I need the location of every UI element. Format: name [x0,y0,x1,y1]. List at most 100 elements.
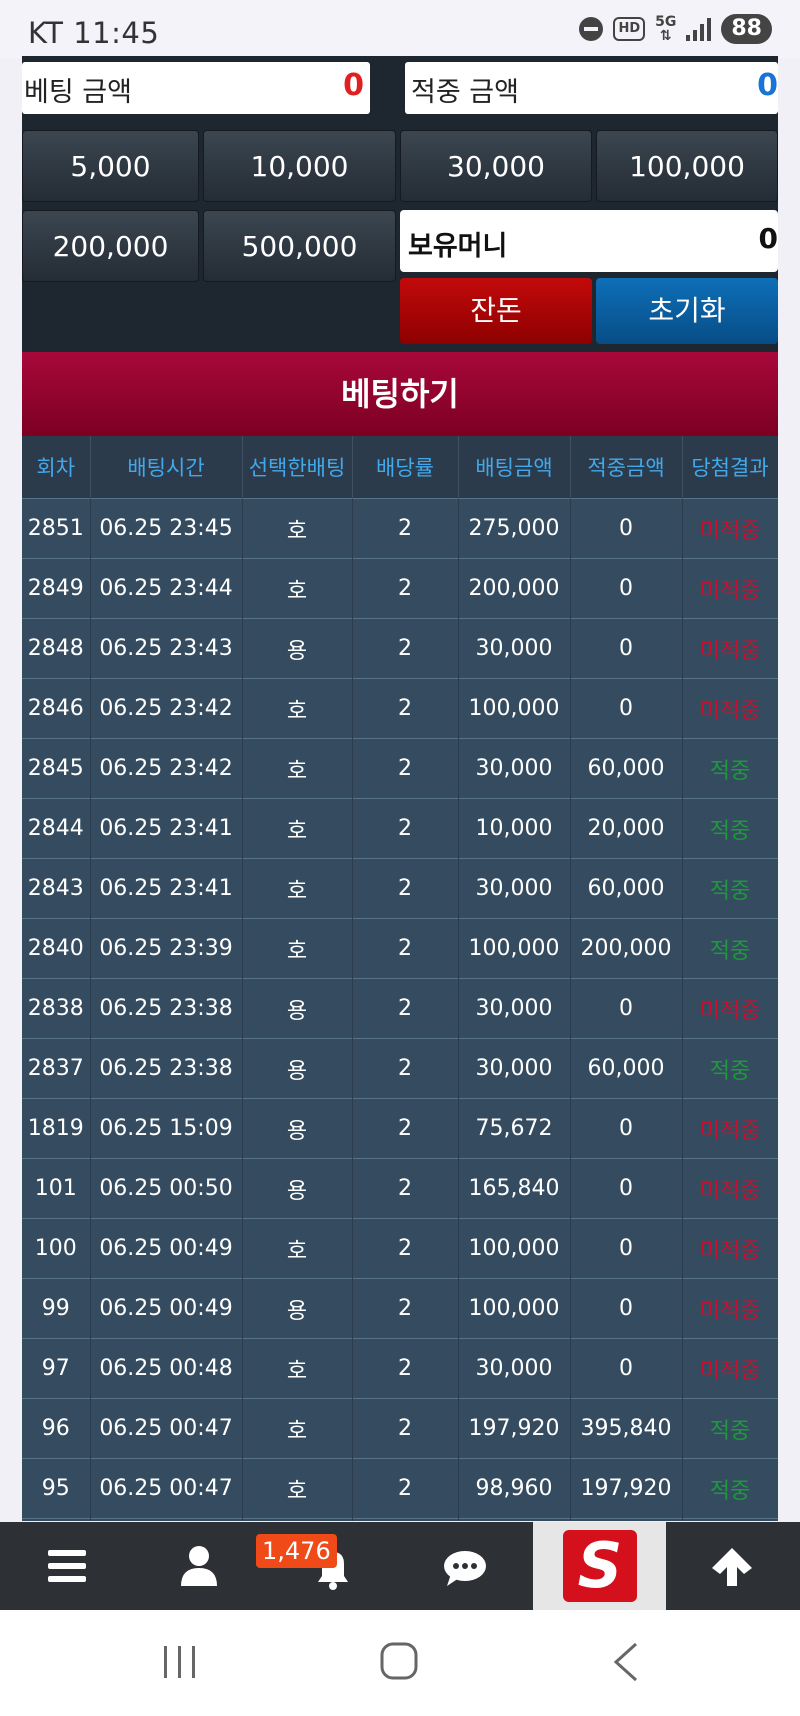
money-label: 보유머니 [408,231,508,262]
cell-round: 95 [22,1458,91,1519]
cell-odds: 2 [352,918,459,979]
cell-selection: 호 [242,1398,353,1459]
bet-amount-value: 0 [343,68,364,103]
cell-bet-amount: 75,672 [458,1098,571,1159]
cell-selection: 호 [242,498,353,559]
cell-bet-time: 06.25 23:42 [90,678,243,739]
back-icon[interactable] [598,1638,658,1686]
cell-bet-amount: 30,000 [458,1338,571,1399]
cell-bet-amount: 165,840 [458,1158,571,1219]
win-amount-value: 0 [757,68,778,103]
column-header-bet-amount: 배팅금액 [458,436,571,499]
cell-win-amount: 0 [570,978,683,1039]
profile-button[interactable] [133,1522,266,1610]
cell-bet-amount: 100,000 [458,1278,571,1339]
cell-result: 적중 [682,1458,778,1519]
chip-500000-button[interactable]: 500,000 [203,210,396,282]
cell-result: 미적중 [682,498,778,559]
cell-bet-amount: 275,000 [458,498,571,559]
cell-win-amount: 0 [570,678,683,739]
cell-selection: 용 [242,1278,353,1339]
column-header-odds: 배당률 [352,436,459,499]
cell-bet-amount: 100,000 [458,918,571,979]
cell-selection: 호 [242,858,353,919]
table-row: 101 06.25 00:50 용 2 165,840 0 미적중 [22,1158,778,1219]
cell-win-amount: 60,000 [570,1038,683,1099]
change-button[interactable]: 잔돈 [400,278,592,344]
cell-odds: 2 [352,618,459,679]
table-row: 2845 06.25 23:42 호 2 30,000 60,000 적중 [22,738,778,799]
cell-round: 97 [22,1338,91,1399]
cell-round: 2848 [22,618,91,679]
cell-round: 2838 [22,978,91,1039]
cell-odds: 2 [352,558,459,619]
cell-round: 2837 [22,1038,91,1099]
cell-odds: 2 [352,978,459,1039]
arrow-up-icon [712,1548,752,1586]
cell-round: 2846 [22,678,91,739]
cell-round: 2851 [22,498,91,559]
cell-bet-time: 06.25 15:09 [90,1098,243,1159]
cell-win-amount: 0 [570,1158,683,1219]
cell-odds: 2 [352,1038,459,1099]
cell-result: 미적중 [682,678,778,739]
chip-100000-button[interactable]: 100,000 [596,130,778,202]
table-row: 2844 06.25 23:41 호 2 10,000 20,000 적중 [22,798,778,859]
menu-icon [48,1550,86,1582]
column-header-selection: 선택한배팅 [242,436,353,499]
money-value: 0 [758,222,778,255]
table-row: 2838 06.25 23:38 용 2 30,000 0 미적중 [22,978,778,1039]
betting-panel: 베팅 금액 0 적중 금액 0 5,000 10,000 30,000 100,… [22,56,778,1521]
table-row: 1819 06.25 15:09 용 2 75,672 0 미적중 [22,1098,778,1159]
cell-result: 적중 [682,918,778,979]
cell-bet-amount: 100,000 [458,1518,571,1521]
cell-odds: 2 [352,1098,459,1159]
cell-win-amount: 0 [570,1338,683,1399]
home-icon[interactable] [370,1638,430,1686]
cell-bet-amount: 30,000 [458,858,571,919]
table-row: 2851 06.25 23:45 호 2 275,000 0 미적중 [22,498,778,559]
cell-win-amount: 60,000 [570,738,683,799]
cell-odds: 2 [352,1398,459,1459]
cell-round: 96 [22,1398,91,1459]
cell-result: 적중 [682,798,778,859]
recent-apps-icon[interactable] [150,1640,210,1684]
menu-button[interactable] [0,1522,133,1610]
bet-amount-label: 베팅 금액 [24,77,132,108]
cell-bet-amount: 30,000 [458,1038,571,1099]
cell-selection: 호 [242,678,353,739]
win-amount-label: 적중 금액 [411,77,519,108]
cell-selection: 호 [242,1218,353,1279]
cell-bet-amount: 197,920 [458,1398,571,1459]
place-bet-button[interactable]: 베팅하기 [22,352,778,436]
cell-odds: 2 [352,678,459,739]
reset-button[interactable]: 초기화 [596,278,778,344]
chip-5000-button[interactable]: 5,000 [22,130,199,202]
scroll-top-button[interactable] [666,1522,799,1610]
cell-bet-time: 06.25 00:50 [90,1158,243,1219]
cell-result: 미적중 [682,1098,778,1159]
home-logo-button[interactable]: S [533,1522,666,1610]
table-row: 99 06.25 00:49 용 2 100,000 0 미적중 [22,1278,778,1339]
cell-round: 100 [22,1218,91,1279]
cell-bet-amount: 30,000 [458,978,571,1039]
cell-selection: 호 [242,1458,353,1519]
cell-bet-time: 06.25 23:45 [90,498,243,559]
cell-round: 2843 [22,858,91,919]
cell-selection: 용 [242,1038,353,1099]
cell-odds: 2 [352,1338,459,1399]
chip-10000-button[interactable]: 10,000 [203,130,396,202]
cell-odds: 2 [352,1458,459,1519]
battery-icon: 88 [721,14,772,44]
cell-bet-time: 06.25 23:38 [90,978,243,1039]
cell-bet-amount: 100,000 [458,1218,571,1279]
chip-200000-button[interactable]: 200,000 [22,210,199,282]
table-row: 97 06.25 00:48 호 2 30,000 0 미적중 [22,1338,778,1399]
chat-button[interactable] [399,1522,532,1610]
chip-30000-button[interactable]: 30,000 [400,130,592,202]
cell-bet-time: 06.25 00:49 [90,1278,243,1339]
cell-round: 2845 [22,738,91,799]
cell-bet-time: 06.25 23:39 [90,918,243,979]
cell-bet-amount: 30,000 [458,738,571,799]
cell-win-amount: 0 [570,558,683,619]
